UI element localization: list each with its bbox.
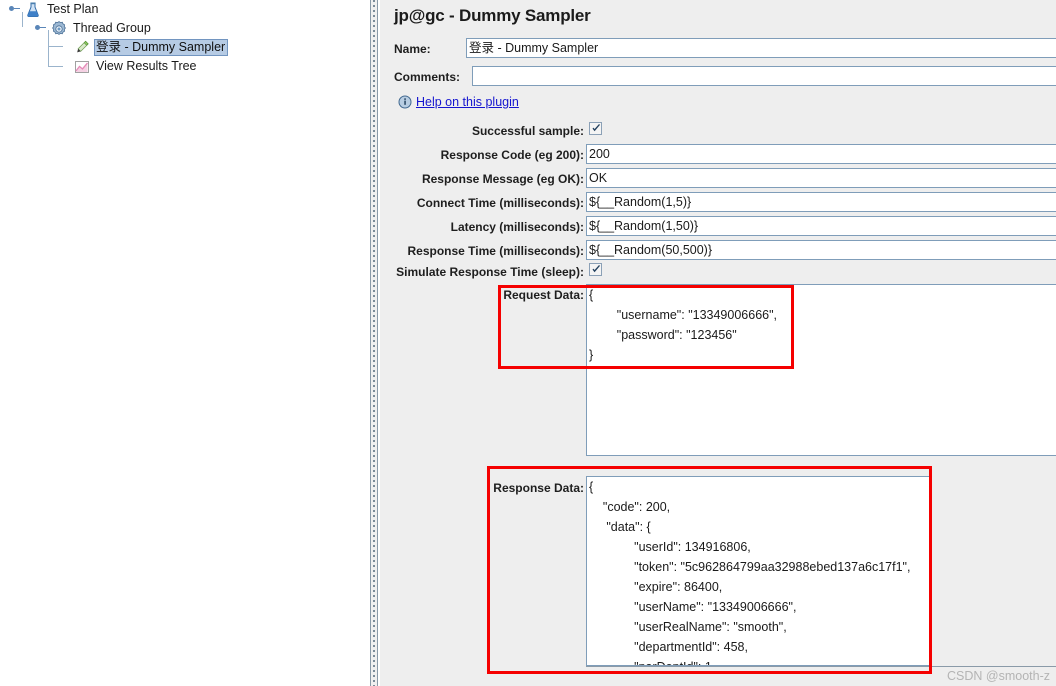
successful-sample-checkbox[interactable]	[589, 122, 602, 135]
page-title: jp@gc - Dummy Sampler	[394, 6, 591, 25]
comments-input[interactable]	[472, 66, 1056, 86]
response-message-input[interactable]: OK	[586, 168, 1056, 188]
help-link-row[interactable]: Help on this plugin	[398, 95, 519, 109]
jmeter-window: Test Plan Thread Group 登录 - Dummy Sample…	[0, 0, 1056, 686]
response-code-input[interactable]: 200	[586, 144, 1056, 164]
chart-icon	[73, 58, 91, 76]
simulate-response-time-label: Simulate Response Time (sleep):	[396, 265, 584, 279]
pen-icon	[73, 39, 91, 57]
dummy-sampler-editor: jp@gc - Dummy Sampler Name: 登录 - Dummy S…	[380, 0, 1056, 686]
response-time-input[interactable]: ${__Random(50,500)}	[586, 240, 1056, 260]
tree-item-thread-group[interactable]: Thread Group	[34, 19, 154, 38]
flask-icon	[24, 1, 42, 19]
tree-item-label: View Results Tree	[96, 59, 197, 73]
connect-time-input[interactable]: ${__Random(1,5)}	[586, 192, 1056, 212]
name-label: Name:	[394, 42, 431, 56]
panel-divider	[586, 666, 1056, 667]
tree-item-label: Test Plan	[47, 2, 99, 16]
response-code-label: Response Code (eg 200):	[440, 148, 584, 162]
expand-handle-icon[interactable]	[8, 2, 21, 15]
latency-label: Latency (milliseconds):	[450, 220, 584, 234]
panel-splitter[interactable]	[370, 0, 378, 686]
expand-handle-icon[interactable]	[34, 21, 47, 34]
tree-item-label: Thread Group	[73, 21, 151, 35]
tree-item-label: 登录 - Dummy Sampler	[94, 39, 229, 56]
tree-item-dummy-sampler[interactable]: 登录 - Dummy Sampler	[60, 38, 229, 57]
comments-label: Comments:	[394, 70, 461, 84]
response-message-label: Response Message (eg OK):	[421, 172, 584, 186]
response-data-textarea[interactable]: { "code": 200, "data": { "userId": 13491…	[586, 476, 930, 666]
watermark: CSDN @smooth-z	[947, 669, 1050, 683]
test-plan-tree[interactable]: Test Plan Thread Group 登录 - Dummy Sample…	[0, 0, 370, 686]
tree-item-test-plan[interactable]: Test Plan	[8, 0, 101, 19]
help-on-plugin-link[interactable]: Help on this plugin	[416, 95, 519, 109]
simulate-response-time-checkbox[interactable]	[589, 263, 602, 276]
connect-time-label: Connect Time (milliseconds):	[416, 196, 584, 210]
response-time-label: Response Time (milliseconds):	[407, 244, 585, 258]
response-data-label: Response Data:	[493, 481, 584, 495]
request-data-label: Request Data:	[503, 288, 584, 302]
request-data-textarea[interactable]: { "username": "13349006666", "password":…	[586, 284, 1056, 456]
name-input[interactable]: 登录 - Dummy Sampler	[466, 38, 1056, 58]
info-icon	[398, 95, 412, 109]
latency-input[interactable]: ${__Random(1,50)}	[586, 216, 1056, 236]
tree-item-view-results-tree[interactable]: View Results Tree	[60, 57, 200, 76]
gear-icon	[50, 20, 68, 38]
successful-sample-label: Successful sample:	[471, 124, 584, 138]
splitter-grip-icon	[373, 0, 375, 686]
